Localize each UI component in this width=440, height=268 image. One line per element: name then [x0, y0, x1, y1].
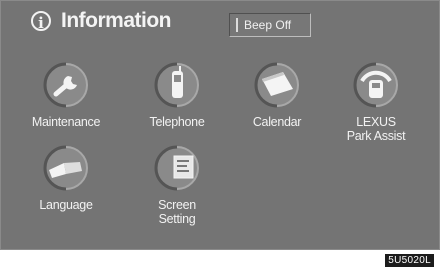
- figure-code: 5U5020L: [385, 254, 434, 267]
- screen-setting-icon: [153, 144, 201, 192]
- menu-label: Telephone: [149, 115, 205, 129]
- book-icon: [42, 144, 90, 192]
- menu-label: Language: [39, 198, 93, 212]
- wrench-icon: [42, 61, 90, 109]
- language-button[interactable]: Language: [16, 144, 116, 212]
- calendar-icon: [253, 61, 301, 109]
- info-circle-icon: i: [31, 11, 51, 32]
- calendar-button[interactable]: Calendar: [227, 61, 327, 129]
- menu-label: Calendar: [252, 115, 302, 129]
- telephone-button[interactable]: Telephone: [127, 61, 227, 129]
- screen-setting-button[interactable]: Screen Setting: [127, 144, 227, 226]
- info-screen: i Information Beep Off Maintenance Telep…: [0, 0, 440, 250]
- menu-label: LEXUS Park Assist: [346, 115, 406, 143]
- menu-label: Screen Setting: [158, 198, 196, 226]
- park-assist-icon: [352, 61, 400, 109]
- park-assist-button[interactable]: LEXUS Park Assist: [326, 61, 426, 143]
- menu-label: Maintenance: [31, 115, 101, 129]
- beep-off-button[interactable]: Beep Off: [229, 13, 311, 37]
- page-title: Information: [61, 9, 172, 32]
- screen-header: i Information: [31, 9, 172, 33]
- phone-icon: [153, 61, 201, 109]
- maintenance-button[interactable]: Maintenance: [16, 61, 116, 129]
